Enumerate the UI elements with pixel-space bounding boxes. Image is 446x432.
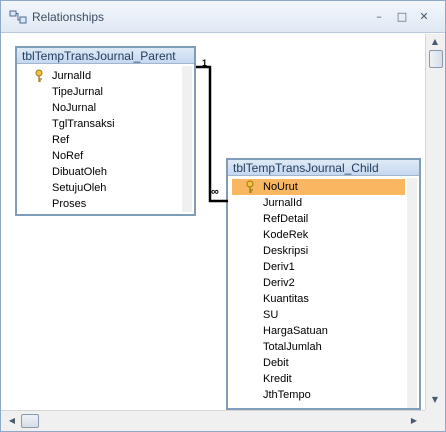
field-row[interactable]: Deskripsi	[232, 243, 405, 259]
maximize-button[interactable]: □	[394, 10, 410, 24]
field-name: SU	[263, 309, 279, 321]
field-row[interactable]: Deriv1	[232, 259, 405, 275]
table-parent[interactable]: tblTempTransJournal_Parent JurnalId Tipe…	[15, 46, 196, 216]
scroll-thumb[interactable]	[429, 50, 443, 68]
field-row[interactable]: NoJurnal	[21, 100, 180, 116]
field-row[interactable]: TipeJurnal	[21, 84, 180, 100]
scroll-left-arrow[interactable]: ◀	[3, 413, 21, 429]
close-button[interactable]: ✕	[416, 10, 432, 24]
field-name: JthTempo	[263, 389, 311, 401]
field-list: NoUrut JurnalId RefDetail KodeRek Deskri…	[232, 179, 405, 403]
field-row[interactable]: JthTempo	[232, 387, 405, 403]
relationship-many-label: ∞	[211, 186, 219, 198]
field-name: Deriv2	[263, 277, 295, 289]
minimize-button[interactable]: –	[371, 10, 387, 24]
field-name: RefDetail	[263, 213, 309, 225]
field-name: NoUrut	[263, 181, 298, 193]
field-name: HargaSatuan	[263, 325, 328, 337]
field-row[interactable]: JurnalId	[21, 68, 180, 84]
field-row[interactable]: Proses	[21, 196, 180, 212]
field-name: Deskripsi	[263, 245, 309, 257]
table-title[interactable]: tblTempTransJournal_Child	[228, 160, 419, 176]
field-name: JurnalId	[263, 197, 303, 209]
primary-key-icon	[246, 180, 254, 193]
table-scrollbar[interactable]	[182, 66, 192, 212]
field-name: TotalJumlah	[263, 341, 322, 353]
field-name: JurnalId	[52, 70, 92, 82]
horizontal-scrollbar[interactable]: ◀ ▶	[1, 410, 425, 431]
field-row[interactable]: JurnalId	[232, 195, 405, 211]
field-row[interactable]: DibuatOleh	[21, 164, 180, 180]
table-title[interactable]: tblTempTransJournal_Parent	[17, 48, 194, 64]
field-row[interactable]: RefDetail	[232, 211, 405, 227]
field-row[interactable]: SU	[232, 307, 405, 323]
field-name: NoRef	[52, 150, 84, 162]
field-row[interactable]: Ref	[21, 132, 180, 148]
field-name: Kredit	[263, 373, 292, 385]
relationships-canvas[interactable]: tblTempTransJournal_Parent JurnalId Tipe…	[1, 34, 425, 410]
field-name: NoJurnal	[52, 102, 97, 114]
window-title: Relationships	[32, 10, 105, 24]
field-row-selected[interactable]: NoUrut	[232, 179, 405, 195]
field-row[interactable]: HargaSatuan	[232, 323, 405, 339]
field-row[interactable]: Kredit	[232, 371, 405, 387]
field-row[interactable]: SetujuOleh	[21, 180, 180, 196]
scroll-thumb[interactable]	[21, 414, 39, 428]
relationships-window: Relationships – □ ✕ tblTempTransJournal_…	[0, 0, 446, 432]
field-name: Proses	[52, 198, 87, 210]
field-name: Kuantitas	[263, 293, 309, 305]
field-row[interactable]: Kuantitas	[232, 291, 405, 307]
scrollbar-corner	[425, 410, 445, 431]
scroll-down-arrow[interactable]: ▼	[426, 392, 444, 408]
field-row[interactable]: NoRef	[21, 148, 180, 164]
title-bar[interactable]: Relationships – □ ✕	[1, 1, 445, 33]
scroll-right-arrow[interactable]: ▶	[405, 413, 423, 429]
field-name: TipeJurnal	[52, 86, 103, 98]
field-list: JurnalId TipeJurnal NoJurnal TglTransaks…	[21, 68, 180, 212]
vertical-scrollbar[interactable]: ▲ ▼	[425, 34, 445, 410]
field-row[interactable]: TotalJumlah	[232, 339, 405, 355]
scroll-up-arrow[interactable]: ▲	[426, 34, 444, 50]
relationship-one-label: 1	[202, 58, 208, 68]
field-name: Debit	[263, 357, 289, 369]
field-row[interactable]: Deriv2	[232, 275, 405, 291]
relationships-icon	[9, 10, 27, 24]
field-row[interactable]: KodeRek	[232, 227, 405, 243]
field-name: Deriv1	[263, 261, 295, 273]
table-scrollbar[interactable]	[407, 178, 417, 408]
field-name: KodeRek	[263, 229, 309, 241]
field-name: TglTransaksi	[52, 118, 115, 130]
field-name: SetujuOleh	[52, 182, 107, 194]
primary-key-icon	[35, 69, 43, 82]
field-row[interactable]: Debit	[232, 355, 405, 371]
field-name: Ref	[52, 134, 70, 146]
table-child[interactable]: tblTempTransJournal_Child NoUrut JurnalI…	[226, 158, 421, 410]
field-row[interactable]: TglTransaksi	[21, 116, 180, 132]
field-name: DibuatOleh	[52, 166, 108, 178]
